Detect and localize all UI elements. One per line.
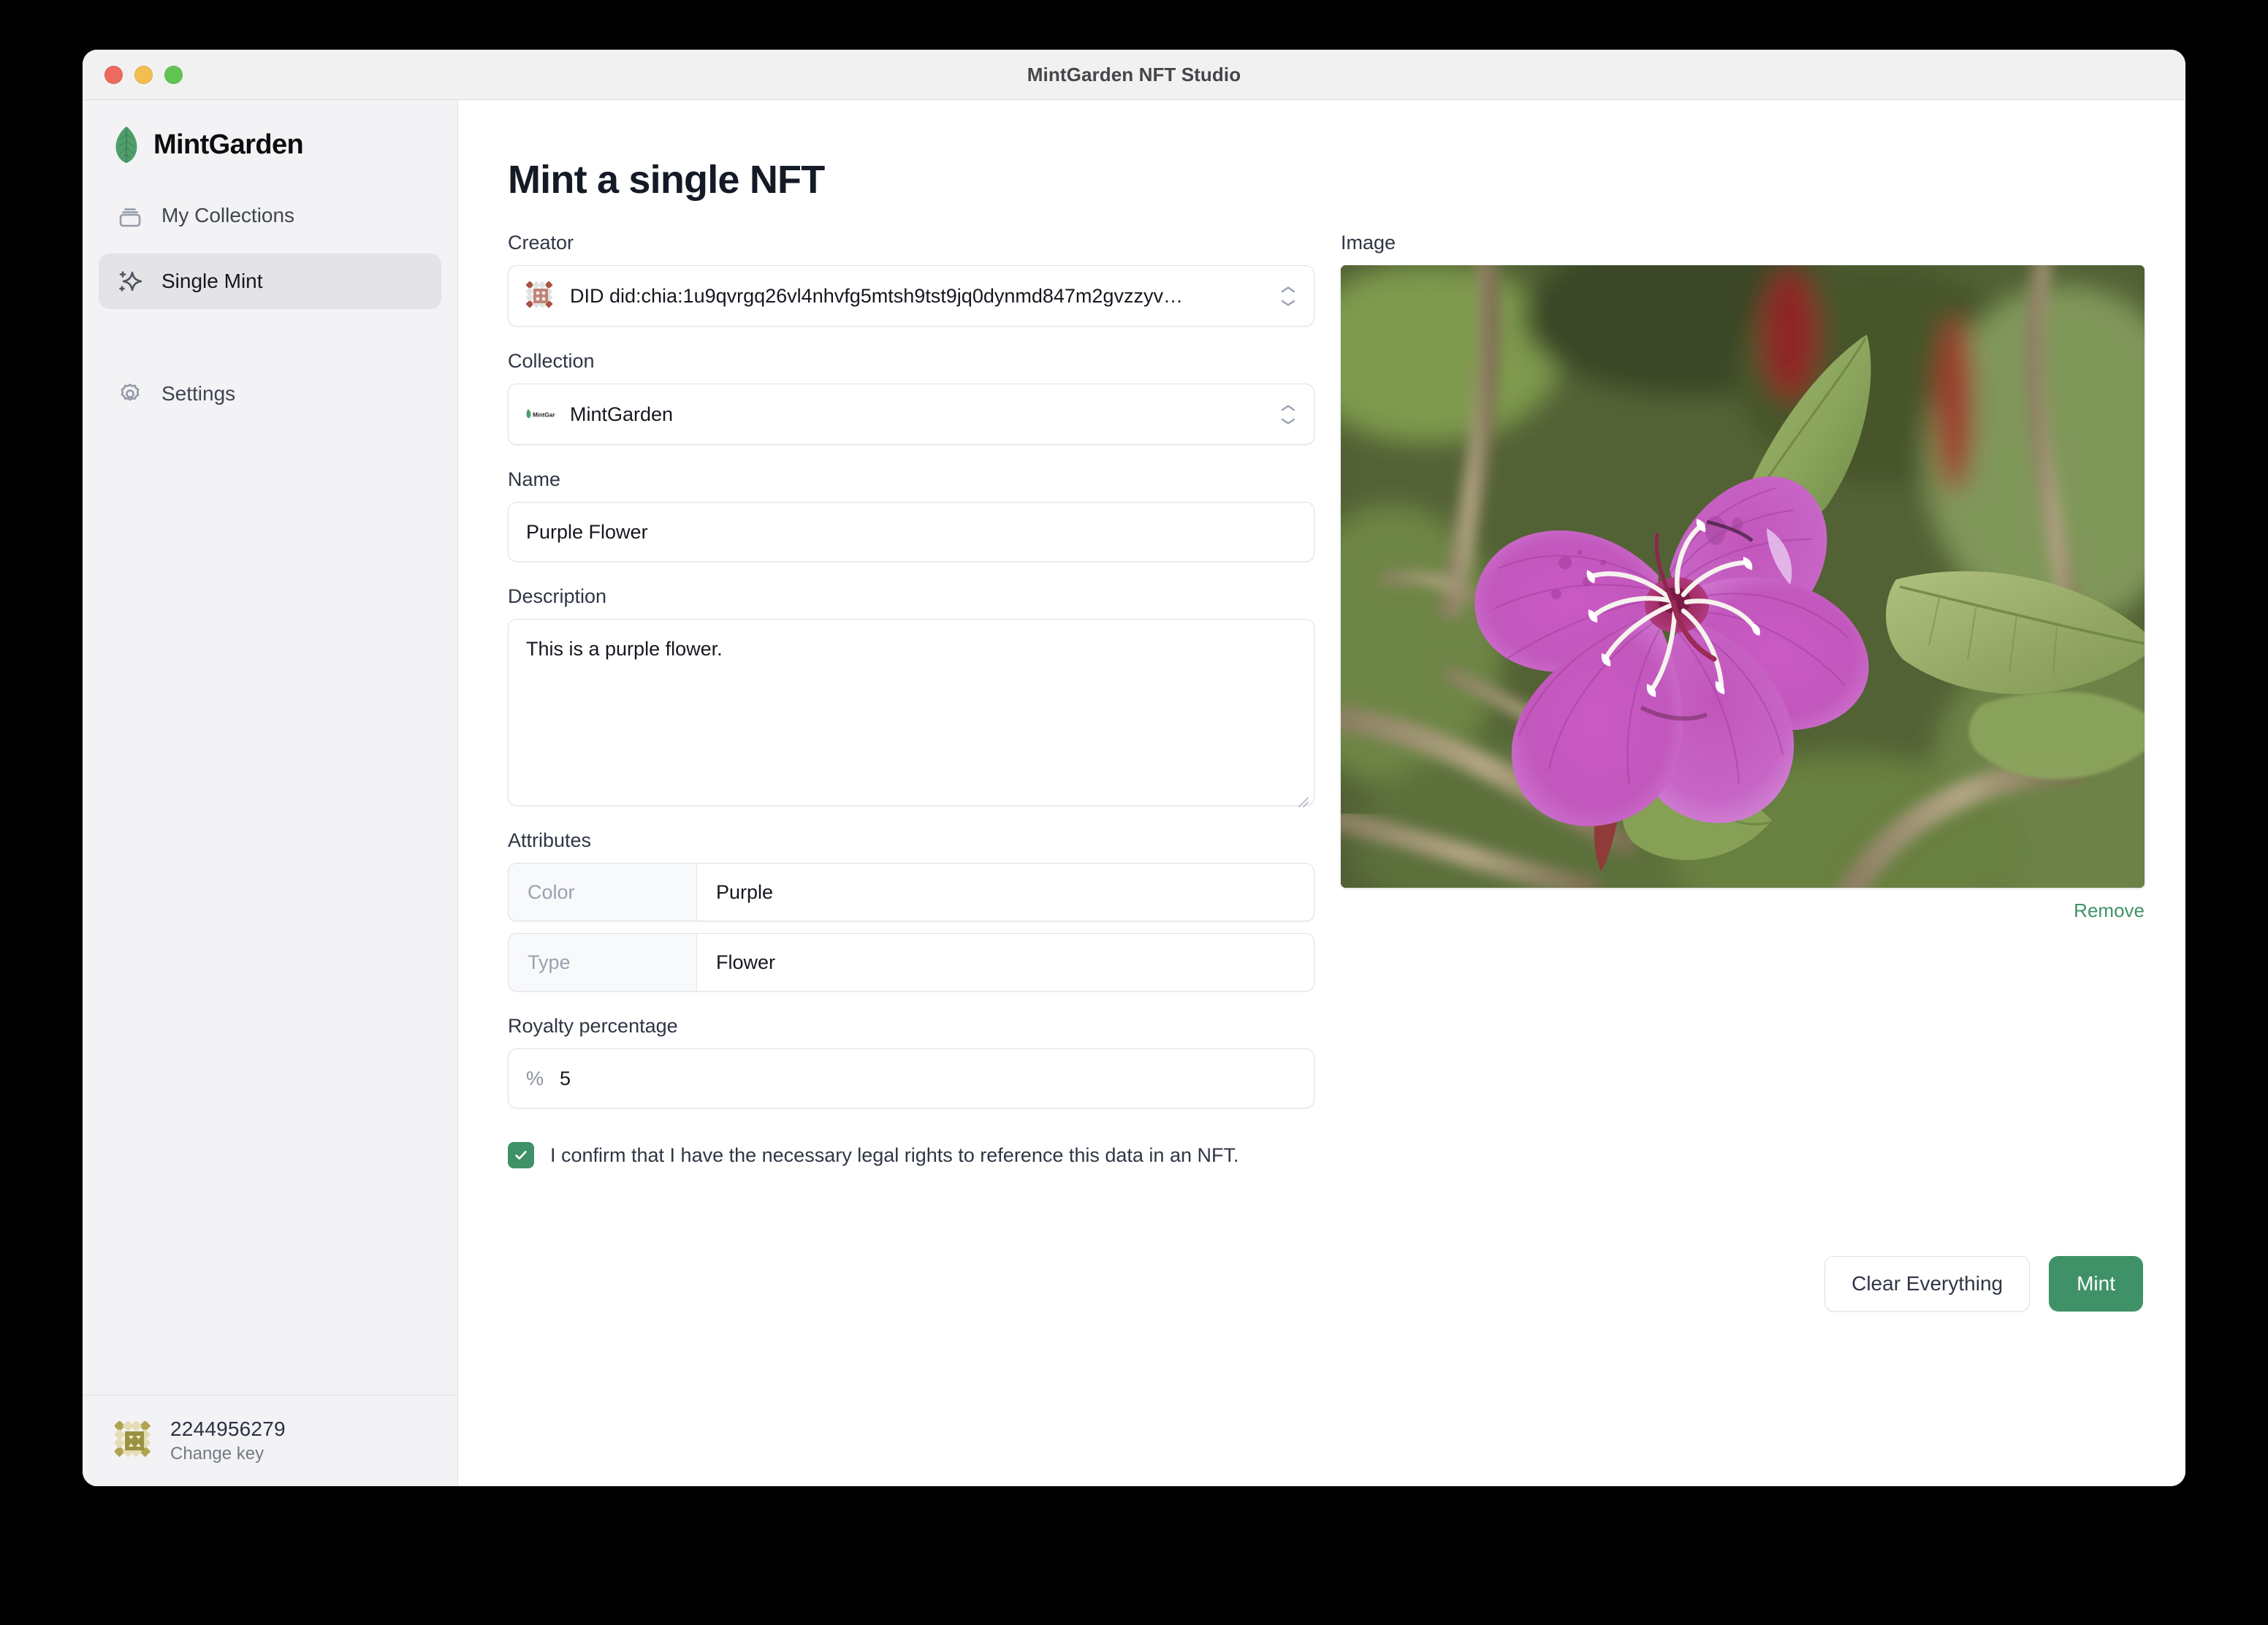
sparkle-icon [115, 266, 145, 297]
did-identicon-icon [525, 281, 555, 311]
attribute-value-input[interactable]: Purple [697, 864, 1314, 921]
form-column-left: Creator DID did:chia:1u9qvrgq26vl4nhvfg5… [508, 232, 1314, 1168]
legal-rights-label: I confirm that I have the necessary lega… [550, 1143, 1239, 1166]
page-title: Mint a single NFT [508, 158, 825, 202]
creator-select[interactable]: DID did:chia:1u9qvrgq26vl4nhvfg5mtsh9tst… [508, 265, 1314, 327]
image-label: Image [1341, 232, 1396, 254]
collection-value: MintGarden [570, 403, 674, 425]
brand-name: MintGarden [153, 129, 304, 160]
main-content: Mint a single NFT Creator DID did:chia:1… [458, 100, 2185, 1486]
description-textarea[interactable]: This is a purple flower. [508, 619, 1314, 807]
chevron-updown-icon[interactable] [1279, 286, 1298, 307]
key-meta: 2244956279 Change key [170, 1417, 286, 1464]
attribute-key-input[interactable]: Type [509, 934, 697, 991]
chevron-updown-icon[interactable] [1279, 404, 1298, 425]
sidebar-nav: My Collections Single Mint Settings [83, 157, 457, 422]
brand: MintGarden [83, 100, 457, 163]
flower-photo [1341, 265, 2145, 888]
creator-label: Creator [508, 232, 574, 254]
sidebar-item-my-collections[interactable]: My Collections [99, 188, 441, 243]
confirm-row[interactable]: I confirm that I have the necessary lega… [508, 1142, 1314, 1168]
sidebar-nav-gap [99, 309, 441, 366]
window-titlebar: MintGarden NFT Studio [83, 50, 2185, 100]
svg-text:MintGarden: MintGarden [533, 412, 555, 419]
attributes-label: Attributes [508, 829, 592, 851]
form-columns: Creator DID did:chia:1u9qvrgq26vl4nhvfg5… [508, 232, 2185, 1168]
attribute-value-input[interactable]: Flower [697, 934, 1314, 991]
sidebar: MintGarden My Collections Single Mint Se… [83, 100, 458, 1486]
description-label: Description [508, 585, 607, 607]
clear-everything-button[interactable]: Clear Everything [1824, 1256, 2031, 1312]
collection-thumbnail-icon: MintGarden [526, 404, 555, 425]
change-key-link[interactable]: Change key [170, 1444, 286, 1464]
mint-button[interactable]: Mint [2049, 1256, 2143, 1312]
sidebar-item-settings[interactable]: Settings [99, 366, 441, 422]
remove-image-link[interactable]: Remove [1341, 899, 2145, 922]
collection-field: Collection MintGarden MintGarden [508, 350, 1314, 445]
sidebar-item-label: Settings [161, 382, 236, 405]
gear-icon [115, 378, 145, 409]
app-window: MintGarden NFT Studio MintGarden My Coll… [83, 50, 2185, 1486]
collection-label: Collection [508, 350, 595, 372]
attribute-row[interactable]: Type Flower [508, 933, 1314, 992]
resize-handle[interactable] [1295, 788, 1309, 807]
key-id: 2244956279 [170, 1417, 286, 1440]
description-field: Description This is a purple flower. [508, 585, 1314, 807]
attribute-row[interactable]: Color Purple [508, 863, 1314, 921]
collection-select[interactable]: MintGarden MintGarden [508, 384, 1314, 445]
sidebar-item-single-mint[interactable]: Single Mint [99, 254, 441, 309]
attributes-field: Attributes Color Purple Type Flower [508, 829, 1314, 992]
window-title: MintGarden NFT Studio [1027, 63, 1241, 85]
description-value: This is a purple flower. [526, 638, 723, 660]
window-body: MintGarden My Collections Single Mint Se… [83, 100, 2185, 1486]
creator-field: Creator DID did:chia:1u9qvrgq26vl4nhvfg5… [508, 232, 1314, 327]
attribute-key-input[interactable]: Color [509, 864, 697, 921]
percent-prefix: % [526, 1067, 544, 1089]
key-identicon-icon [113, 1420, 154, 1461]
nft-image-preview[interactable] [1341, 265, 2145, 888]
name-label: Name [508, 468, 561, 490]
sidebar-footer[interactable]: 2244956279 Change key [83, 1395, 457, 1486]
form-column-right: Image Remove [1341, 232, 2145, 1168]
name-input[interactable]: Purple Flower [508, 502, 1314, 562]
form-actions: Clear Everything Mint [458, 1256, 2185, 1312]
name-field: Name Purple Flower [508, 468, 1314, 562]
legal-rights-checkbox[interactable] [508, 1142, 534, 1168]
royalty-input[interactable]: % 5 [508, 1049, 1314, 1108]
creator-value: DID did:chia:1u9qvrgq26vl4nhvfg5mtsh9tst… [570, 284, 1183, 307]
sidebar-item-label: My Collections [161, 204, 295, 227]
royalty-value: 5 [560, 1067, 571, 1089]
sidebar-item-label: Single Mint [161, 270, 263, 292]
royalty-field: Royalty percentage % 5 [508, 1015, 1314, 1108]
royalty-label: Royalty percentage [508, 1015, 678, 1037]
collections-icon [115, 200, 145, 231]
